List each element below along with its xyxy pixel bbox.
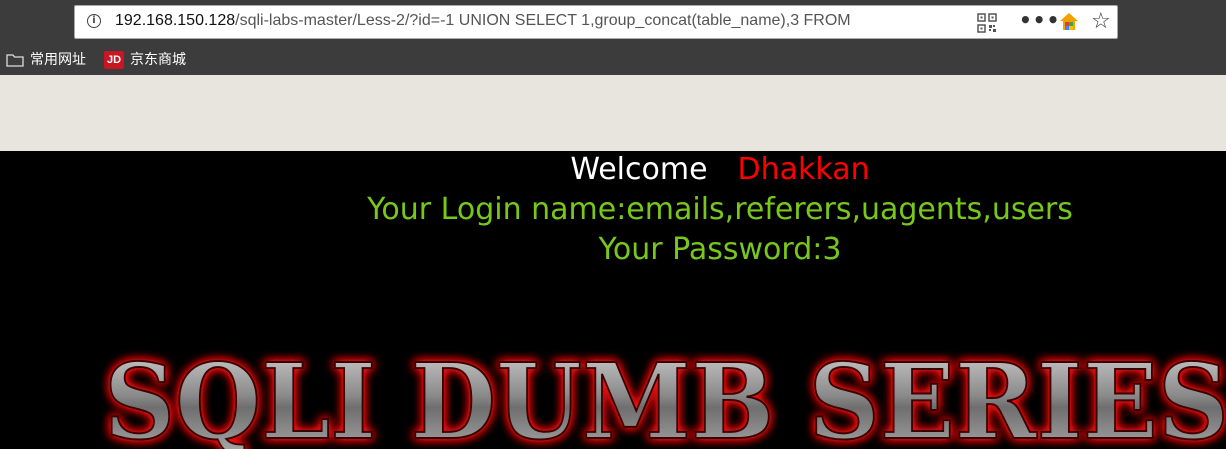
qr-code-icon[interactable] [977,13,997,33]
more-options-icon[interactable]: ••• [1019,8,1060,32]
password-result: Your Password:3 [598,232,842,267]
bookmark-item-frequent-sites[interactable]: 常用网址 [6,50,86,70]
home-icon[interactable] [1058,11,1080,33]
info-icon[interactable]: i [87,14,101,28]
url-host: 192.168.150.128 [115,12,236,29]
login-name-result: Your Login name:emails,referers,uagents,… [367,192,1073,227]
bookmark-label: 常用网址 [30,52,86,68]
browser-chrome: i 192.168.150.128/sqli-labs-master/Less-… [0,0,1226,75]
welcome-line: Welcome Dhakkan [0,152,1226,187]
sqli-dumb-series-banner: SQLI DUMB SERIES [96,340,1226,449]
url-path: /sqli-labs-master/Less-2/?id=-1 UNION SE… [235,12,851,29]
welcome-label: Welcome [570,152,708,187]
jd-icon: JD [104,51,124,69]
welcome-name: Dhakkan [737,152,870,187]
banner-text: SQLI DUMB SERIES [104,340,1226,449]
bookmark-item-jd[interactable]: JD 京东商城 [104,50,186,70]
bookmarks-bar: 常用网址 JD 京东商城 [0,46,1226,74]
folder-icon [6,54,24,67]
url-text[interactable]: 192.168.150.128/sqli-labs-master/Less-2/… [115,12,1003,30]
address-bar[interactable]: i 192.168.150.128/sqli-labs-master/Less-… [74,5,1118,39]
bookmark-star-icon[interactable]: ☆ [1091,9,1111,34]
bookmark-label: 京东商城 [130,52,186,68]
page-header-band [0,75,1226,151]
